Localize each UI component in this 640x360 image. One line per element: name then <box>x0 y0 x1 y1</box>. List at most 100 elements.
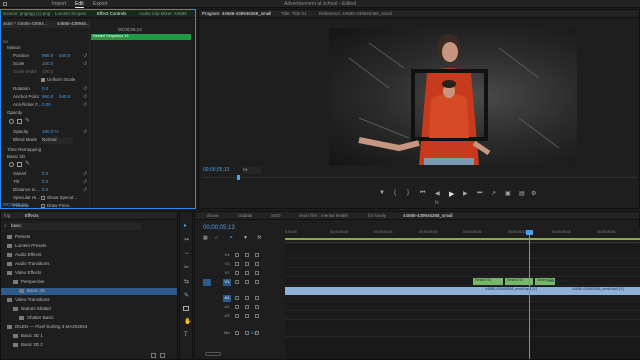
ripple-edit-tool-icon[interactable]: ↔ <box>184 250 190 256</box>
scale-value[interactable]: 100.0 <box>42 61 53 68</box>
effects-tree-item[interactable]: Basic 3D <box>1 288 177 295</box>
effects-tree-item[interactable]: Shatter Basic <box>1 315 177 322</box>
reset-icon[interactable]: ↺ <box>83 129 87 135</box>
eye-icon[interactable] <box>255 271 259 275</box>
track-lane[interactable] <box>285 295 640 302</box>
nest-icon[interactable]: ▦ <box>203 235 208 241</box>
distance-value[interactable]: 0.0 <box>42 187 48 194</box>
fit-dropdown[interactable]: Fit <box>243 167 261 174</box>
swivel-value[interactable]: 0.0 <box>42 171 48 178</box>
reset-icon[interactable]: ↺ <box>83 187 87 193</box>
step-forward-icon[interactable]: ▶ <box>463 190 468 197</box>
mute-icon[interactable] <box>255 314 259 318</box>
sync-icon[interactable] <box>245 262 249 266</box>
track-lane[interactable] <box>285 270 640 277</box>
comparison-view-icon[interactable]: ▤ <box>519 190 525 197</box>
add-marker-icon[interactable]: ▼ <box>243 235 248 241</box>
reset-icon[interactable]: ↺ <box>83 86 87 92</box>
nested-sequence-bar[interactable]: Nested Sequence 19 <box>91 34 191 40</box>
go-to-out-icon[interactable]: ⏭ <box>477 190 482 197</box>
wrench-icon[interactable]: ⚒ <box>257 235 261 241</box>
video-frame[interactable] <box>329 28 577 165</box>
play-icon[interactable]: ▶ <box>449 190 454 198</box>
lock-icon[interactable] <box>235 305 239 309</box>
effects-tree-item[interactable]: Video Effects <box>1 270 177 277</box>
pen-icon[interactable]: ✎ <box>25 118 30 124</box>
track-lane[interactable] <box>285 330 640 337</box>
effects-tree-item[interactable]: Basic 3D 2 <box>1 342 177 349</box>
position-x-value[interactable]: 960.0 <box>42 53 53 60</box>
rectangle-mask-icon-2[interactable] <box>17 162 22 167</box>
delete-icon[interactable] <box>160 353 165 358</box>
track-lane[interactable] <box>285 252 640 259</box>
opacity-title[interactable]: Opacity <box>7 110 22 117</box>
export-frame-icon[interactable]: ▣ <box>505 190 511 197</box>
basic3d-title[interactable]: Basic 3D <box>7 154 25 161</box>
lock-icon[interactable] <box>235 331 239 335</box>
mark-out-icon[interactable]: } <box>407 190 409 196</box>
rectangle-mask-icon[interactable] <box>17 119 22 124</box>
type-tool-icon[interactable]: T <box>184 332 188 338</box>
effects-tree-item[interactable]: Basic 3D 1 <box>1 333 177 340</box>
lock-icon[interactable] <box>235 280 239 284</box>
reset-icon[interactable]: ↺ <box>83 53 87 59</box>
step-back-icon[interactable]: ◀ <box>435 190 440 197</box>
motion-title[interactable]: Motion <box>7 45 21 52</box>
eye-icon[interactable] <box>255 253 259 257</box>
timeline-playhead-handle[interactable] <box>526 230 533 235</box>
selection-tool-icon[interactable]: ▸ <box>184 222 187 229</box>
work-area-bar[interactable] <box>285 238 640 240</box>
home-icon[interactable] <box>3 2 7 6</box>
lock-icon[interactable] <box>235 296 239 300</box>
pen-icon-2[interactable]: ✎ <box>25 161 30 167</box>
menu-export[interactable]: Export <box>93 1 107 7</box>
slip-tool-icon[interactable]: ⇆ <box>184 278 189 285</box>
effects-tree-item[interactable]: Natroni Shatter <box>1 306 177 313</box>
menu-edit[interactable]: Edit <box>75 1 84 8</box>
tab-audio-clip-mixer[interactable]: Audio Clip Mixer: 44686 <box>139 11 187 16</box>
track-header[interactable]: V4 <box>195 252 285 260</box>
new-bin-icon[interactable] <box>151 353 156 358</box>
track-header[interactable]: A3 <box>195 313 285 321</box>
monitor-scrub-bar[interactable] <box>203 177 637 178</box>
monitor-playhead[interactable] <box>237 175 240 180</box>
mute-icon[interactable] <box>255 305 259 309</box>
tab-for-lovely[interactable]: for lovely <box>368 213 386 218</box>
track-lane[interactable] <box>285 261 640 268</box>
reset-icon[interactable]: ↺ <box>83 179 87 185</box>
sync-icon[interactable] <box>245 314 249 318</box>
reset-icon[interactable]: ↺ <box>83 171 87 177</box>
effects-tree-item[interactable]: DILEN — Pixel Sorting 3 MA204944 <box>1 324 177 331</box>
settings-icon[interactable]: ⚙ <box>531 190 536 197</box>
reset-icon[interactable]: ↺ <box>83 102 87 108</box>
eye-icon[interactable] <box>255 280 259 284</box>
track-lane[interactable] <box>285 313 640 320</box>
tab-gitdabr[interactable]: Gitdabr <box>238 213 253 218</box>
tab-fog[interactable]: fog <box>4 213 10 218</box>
track-header[interactable]: V3 <box>195 261 285 269</box>
lock-icon[interactable] <box>235 253 239 257</box>
position-y-value[interactable]: 540.0 <box>59 53 70 60</box>
opacity-value[interactable]: 100.0 % <box>42 129 59 136</box>
tab-effects[interactable]: Effects <box>25 213 39 218</box>
lift-icon[interactable]: ↗ <box>491 190 496 197</box>
tab-program[interactable]: Program: 44686-439946368_small <box>202 11 271 16</box>
marker-icon[interactable]: ▼ <box>379 190 385 196</box>
tilt-value[interactable]: 0.0 <box>42 179 48 186</box>
track-header[interactable]: A2 <box>195 304 285 312</box>
uniform-scale-checkbox[interactable] <box>41 78 45 82</box>
effects-tree-item[interactable]: Video Transitions <box>1 297 177 304</box>
mute-icon[interactable] <box>255 296 259 300</box>
tab-lumetri-scopes[interactable]: Lumetri Scopes <box>55 11 86 16</box>
hand-tool-icon[interactable]: ✋ <box>184 318 191 325</box>
tab-source[interactable]: Source: pngegg (1).png <box>3 11 50 16</box>
track-select-tool-icon[interactable]: ↣ <box>184 236 189 243</box>
lock-icon[interactable] <box>235 314 239 318</box>
track-header[interactable]: Mix <box>195 330 285 338</box>
snap-icon[interactable]: ∩ <box>215 235 219 241</box>
track-header[interactable]: V1 <box>195 279 285 287</box>
rectangle-tool-icon[interactable] <box>183 306 189 311</box>
track-lane[interactable] <box>285 304 640 311</box>
nested-clip-1[interactable]: Nested Se <box>473 278 503 285</box>
source-patch-v1[interactable] <box>203 279 211 286</box>
